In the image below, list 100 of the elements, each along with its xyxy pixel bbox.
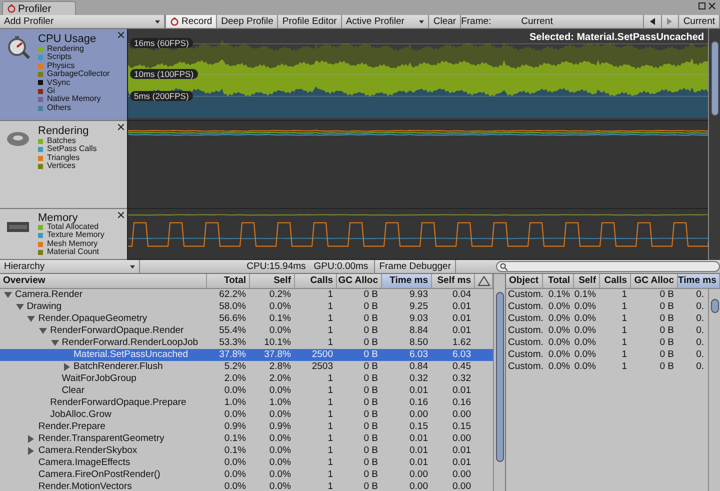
table-cell: 1 bbox=[622, 337, 627, 348]
column-header[interactable]: Time ms bbox=[382, 274, 432, 288]
window-tab[interactable]: Profiler bbox=[2, 1, 76, 15]
previous-frame-button[interactable] bbox=[644, 15, 662, 28]
function-name: WaitForJobGroup bbox=[62, 373, 136, 385]
scrollbar[interactable] bbox=[493, 274, 505, 491]
column-header[interactable]: Calls bbox=[600, 274, 631, 288]
expanded-arrow-icon[interactable] bbox=[4, 291, 12, 299]
table-cell: 0 B bbox=[660, 325, 674, 336]
table-cell: 0.0% bbox=[548, 301, 570, 312]
scrollbar[interactable] bbox=[708, 29, 720, 260]
table-cell: 0 B bbox=[364, 469, 378, 480]
column-header[interactable]: Total bbox=[207, 274, 250, 288]
column-header[interactable]: Overview bbox=[0, 274, 207, 288]
expanded-arrow-icon[interactable] bbox=[39, 327, 48, 335]
function-name: RenderForward.RenderLoopJob bbox=[62, 337, 198, 349]
frame-time-marker: 16ms (60FPS) bbox=[130, 38, 193, 48]
table-cell: 0. bbox=[696, 349, 704, 360]
table-cell: 0.0% bbox=[548, 313, 570, 324]
table-cell: 0.00 bbox=[452, 409, 471, 420]
table-cell: 37.8% bbox=[264, 349, 291, 360]
legend-label: Vertices bbox=[47, 162, 76, 171]
column-header[interactable]: Self bbox=[574, 274, 600, 288]
hierarchy-row[interactable]: Clear 0.0% 0.0% 1 0 B 0.01 0.01 bbox=[0, 385, 493, 397]
table-cell: 1 bbox=[328, 337, 333, 348]
column-header[interactable]: Calls bbox=[295, 274, 337, 288]
close-icon[interactable] bbox=[708, 2, 716, 10]
table-cell: 0 B bbox=[364, 385, 378, 396]
maximize-icon[interactable] bbox=[698, 2, 706, 10]
table-cell: 0.01 bbox=[410, 445, 428, 456]
toggle-button[interactable]: Deep Profile bbox=[217, 15, 278, 28]
hierarchy-row[interactable]: WaitForJobGroup 2.0% 2.0% 1 0 B 0.32 0.32 bbox=[0, 373, 493, 385]
record-button[interactable]: Record bbox=[166, 15, 218, 28]
hierarchy-row[interactable]: Render.TransparentGeometry 0.1% 0.0% 1 0 B 0.01 0.00 bbox=[0, 433, 493, 445]
table-cell: 0.32 bbox=[452, 373, 471, 384]
collapsed-arrow-icon[interactable] bbox=[62, 363, 70, 371]
column-header[interactable]: Time ms bbox=[678, 274, 720, 288]
table-cell: 5.2% bbox=[224, 361, 246, 372]
expanded-arrow-icon[interactable] bbox=[16, 303, 24, 311]
hierarchy-row[interactable]: Render.OpaqueGeometry 56.6% 0.1% 1 0 B 9.03 0.01 bbox=[0, 313, 493, 325]
table-cell: 9.25 bbox=[410, 301, 428, 312]
column-header[interactable]: Total bbox=[543, 274, 574, 288]
hierarchy-row[interactable]: Drawing 58.0% 0.0% 1 0 B 9.25 0.01 bbox=[0, 301, 493, 313]
table-cell: 0 B bbox=[364, 445, 378, 456]
collapsed-arrow-icon[interactable] bbox=[27, 435, 36, 443]
hierarchy-row[interactable]: Render.Prepare 0.9% 0.9% 1 0 B 0.15 0.15 bbox=[0, 421, 493, 433]
hierarchy-row[interactable]: Camera.FireOnPostRender() 0.0% 0.0% 1 0 B 0.00 0.00 bbox=[0, 469, 493, 481]
table-cell: 0.0% bbox=[224, 457, 246, 468]
scrollbar[interactable] bbox=[708, 289, 720, 491]
close-icon[interactable] bbox=[118, 212, 124, 218]
expanded-arrow-icon[interactable] bbox=[50, 339, 59, 347]
collapsed-arrow-icon[interactable] bbox=[27, 447, 36, 455]
table-cell: 0.01 bbox=[452, 313, 471, 324]
hierarchy-row[interactable]: Camera.Render 62.2% 0.2% 1 0 B 9.93 0.04 bbox=[0, 289, 493, 301]
hierarchy-row[interactable]: Camera.RenderSkybox 0.1% 0.0% 1 0 B 0.01 0.01 bbox=[0, 445, 493, 457]
column-header[interactable]: Object bbox=[506, 274, 543, 288]
hierarchy-row[interactable]: JobAlloc.Grow 0.0% 0.0% 1 0 B 0.00 0.00 bbox=[0, 409, 493, 421]
hierarchy-row[interactable]: Material.SetPassUncached 37.8% 37.8% 2500 0 B 6.03 6.03 bbox=[0, 349, 493, 361]
function-name: Camera.FireOnPostRender() bbox=[38, 469, 160, 481]
table-cell: 1 bbox=[328, 373, 333, 384]
hierarchy-row[interactable]: RenderForwardOpaque.Render 55.4% 0.0% 1 0 B 8.84 0.01 bbox=[0, 325, 493, 337]
current-frame-button[interactable]: Current bbox=[679, 15, 720, 28]
hierarchy-row[interactable]: BatchRenderer.Flush 5.2% 2.8% 2503 0 B 0.84 0.45 bbox=[0, 361, 493, 373]
table-cell: Custom. bbox=[508, 313, 544, 324]
hierarchy-row[interactable]: Render.MotionVectors 0.0% 0.0% 1 0 B 0.00 0.00 bbox=[0, 481, 493, 491]
close-icon[interactable] bbox=[118, 124, 124, 130]
legend-label: Rendering bbox=[47, 45, 84, 53]
table-cell: 0.00 bbox=[410, 481, 428, 491]
hierarchy-row[interactable]: RenderForward.RenderLoopJob 53.3% 10.1% 1 0 B 8.50 1.62 bbox=[0, 337, 493, 349]
table-cell: Custom. bbox=[508, 349, 544, 360]
active-profiler-dropdown[interactable]: Active Profiler bbox=[342, 15, 430, 28]
function-name: Render.Prepare bbox=[38, 421, 106, 433]
legend-label: Triangles bbox=[47, 154, 80, 162]
table-cell: 0.01 bbox=[452, 445, 471, 456]
table-cell: 0.00 bbox=[452, 481, 471, 491]
hierarchy-row[interactable]: RenderForwardOpaque.Prepare 1.0% 1.0% 1 0 B 0.16 0.16 bbox=[0, 397, 493, 409]
expanded-arrow-icon[interactable] bbox=[27, 315, 36, 323]
frame-debugger-button[interactable]: Frame Debugger bbox=[375, 260, 456, 273]
profiler-module[interactable]: Rendering Batches SetPass Calls Triangles Vertices bbox=[0, 121, 127, 209]
table-cell: 0 B bbox=[364, 313, 378, 324]
add-profiler-dropdown[interactable]: Add Profiler bbox=[0, 15, 165, 28]
hierarchy-row[interactable]: Camera.ImageEffects 0.0% 0.0% 1 0 B 0.01 0.01 bbox=[0, 457, 493, 469]
clear-button[interactable]: Clear bbox=[429, 15, 462, 28]
table-cell: 0.01 bbox=[452, 301, 471, 312]
table-cell: 8.50 bbox=[410, 337, 428, 348]
table-cell: 0.00 bbox=[410, 409, 428, 420]
column-header[interactable]: Self bbox=[250, 274, 295, 288]
column-header[interactable]: Self ms bbox=[432, 274, 475, 288]
legend-label: Total Allocated bbox=[47, 223, 99, 232]
search-field[interactable] bbox=[496, 261, 720, 272]
profiler-module[interactable]: CPU Usage Rendering Scripts Physics GarbageCollector VSync Gi Native Memory Others bbox=[0, 29, 127, 121]
table-cell: 2.0% bbox=[224, 373, 246, 384]
close-icon[interactable] bbox=[118, 32, 124, 38]
toggle-button[interactable]: Profile Editor bbox=[278, 15, 342, 28]
profiler-module[interactable]: Memory Total Allocated Texture Memory Mesh Memory Material Count bbox=[0, 209, 127, 260]
function-name: Camera.RenderSkybox bbox=[38, 445, 138, 457]
stopwatch-icon bbox=[6, 35, 30, 59]
table-cell: 1 bbox=[328, 409, 333, 420]
table-cell: 1 bbox=[622, 325, 627, 336]
view-dropdown[interactable]: Hierarchy bbox=[0, 260, 140, 273]
